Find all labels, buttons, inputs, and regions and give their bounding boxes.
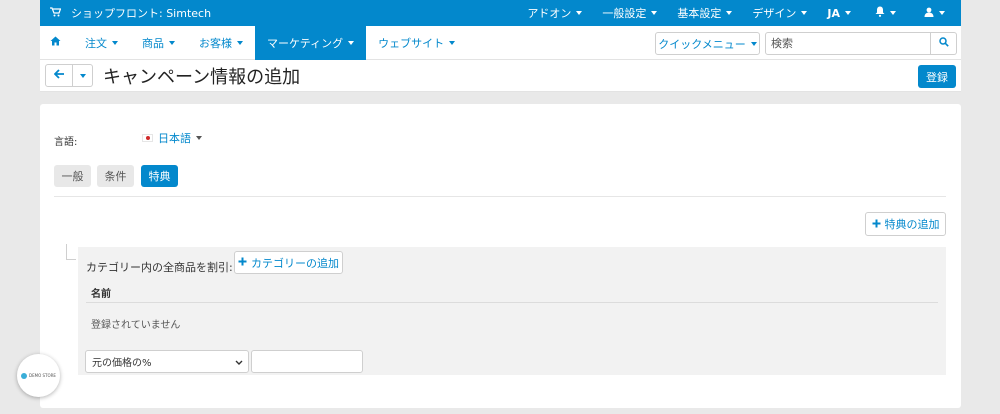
nav-products-label: 商品 — [142, 36, 164, 50]
nav-customers[interactable]: お客様 — [187, 26, 255, 60]
quick-menu-button[interactable]: クイックメニュー — [655, 32, 760, 55]
main-content: 言語: 日本語 一般 条件 特典 特典の追加 カテゴリー内の全商品を割引: カテ… — [40, 104, 961, 408]
tab-conditions[interactable]: 条件 — [97, 165, 134, 187]
language-value: 日本語 — [158, 132, 191, 145]
demo-store-badge-text: DEMO STORE — [29, 373, 56, 378]
menu-basic-settings-label: 基本設定 — [677, 7, 722, 20]
storefront-selector[interactable]: ショップフロント: Simtech — [40, 5, 211, 21]
caret-down-icon — [801, 11, 808, 15]
column-header-name: 名前 — [91, 289, 111, 300]
search-icon — [938, 37, 949, 50]
quick-menu-label: クイックメニュー — [658, 37, 746, 51]
menu-addons[interactable]: アドオン — [517, 0, 592, 26]
menu-language-label: JA — [827, 6, 840, 20]
nav-marketing[interactable]: マーケティング — [255, 25, 367, 60]
caret-down-icon — [576, 11, 583, 15]
nav-orders-label: 注文 — [85, 36, 107, 50]
table-divider — [86, 302, 938, 303]
add-bonus-button[interactable]: 特典の追加 — [865, 212, 946, 236]
caret-down-icon — [348, 40, 355, 45]
caret-down-icon — [196, 136, 202, 140]
home-link[interactable] — [40, 26, 73, 60]
add-bonus-label: 特典の追加 — [884, 218, 940, 231]
tree-connector — [66, 244, 67, 259]
main-nav: 注文 商品 お客様 マーケティング ウェブサイト クイックメニュー — [40, 25, 961, 60]
discount-type-value: 元の価格の% — [92, 358, 152, 369]
cart-icon — [50, 6, 62, 20]
discount-type-select[interactable]: 元の価格の% — [85, 350, 249, 373]
caret-down-icon — [169, 40, 175, 45]
plus-icon — [238, 256, 247, 269]
page-header: キャンペーン情報の追加 登録 — [40, 60, 961, 92]
menu-design[interactable]: デザイン — [742, 0, 817, 26]
japan-flag-icon — [142, 134, 153, 142]
add-category-button[interactable]: カテゴリーの追加 — [234, 251, 343, 274]
menu-general-settings[interactable]: 一般設定 — [592, 0, 667, 26]
caret-down-icon — [449, 40, 456, 45]
tree-connector — [66, 259, 76, 260]
page-title: キャンペーン情報の追加 — [103, 67, 301, 88]
nav-marketing-label: マーケティング — [267, 36, 344, 50]
nav-products[interactable]: 商品 — [130, 26, 187, 60]
language-selector[interactable]: 日本語 — [142, 130, 202, 146]
nav-website[interactable]: ウェブサイト — [366, 26, 467, 60]
menu-language[interactable]: JA — [817, 0, 861, 26]
search-button[interactable] — [931, 32, 957, 55]
save-button[interactable]: 登録 — [918, 65, 956, 88]
caret-down-icon — [726, 11, 733, 15]
add-category-label: カテゴリーの追加 — [251, 256, 339, 270]
empty-state-text: 登録されていません — [91, 320, 181, 331]
nav-orders[interactable]: 注文 — [73, 26, 130, 60]
notifications-menu[interactable] — [861, 0, 910, 26]
storefront-title: ショップフロント: Simtech — [71, 7, 212, 20]
nav-customers-label: お客様 — [199, 36, 232, 50]
arrow-left-icon — [53, 69, 65, 82]
caret-down-icon — [845, 11, 851, 15]
caret-down-icon — [112, 40, 118, 45]
home-icon — [50, 36, 61, 49]
caret-down-icon — [79, 73, 86, 78]
back-button[interactable] — [45, 64, 73, 87]
bonus-panel: カテゴリー内の全商品を割引: カテゴリーの追加 名前 登録されていません 元の価… — [78, 247, 946, 375]
menu-design-label: デザイン — [752, 7, 797, 20]
tabs-divider — [54, 196, 946, 197]
caret-down-icon — [651, 11, 658, 15]
user-menu[interactable] — [910, 0, 961, 26]
history-dropdown[interactable] — [73, 64, 93, 87]
menu-general-settings-label: 一般設定 — [602, 7, 647, 20]
caret-down-icon — [750, 41, 757, 46]
menu-basic-settings[interactable]: 基本設定 — [667, 0, 742, 26]
menu-addons-label: アドオン — [527, 7, 572, 20]
user-icon — [924, 7, 934, 20]
tab-general[interactable]: 一般 — [54, 165, 91, 187]
language-label: 言語: — [54, 137, 78, 148]
bonus-type-label: カテゴリー内の全商品を割引: — [86, 261, 233, 274]
tab-bonuses[interactable]: 特典 — [141, 165, 178, 187]
bell-icon — [875, 6, 885, 20]
nav-website-label: ウェブサイト — [378, 36, 445, 50]
search-input[interactable] — [765, 32, 931, 55]
caret-down-icon — [890, 11, 896, 15]
caret-down-icon — [237, 40, 243, 45]
top-bar: ショップフロント: Simtech アドオン 一般設定 基本設定 デザイン JA — [40, 0, 961, 26]
demo-store-badge[interactable]: DEMO STORE — [17, 354, 60, 397]
caret-down-icon — [939, 11, 945, 15]
demo-store-logo-icon — [21, 372, 28, 379]
discount-value-input[interactable] — [251, 350, 363, 373]
plus-icon — [872, 218, 881, 231]
chevron-down-icon — [235, 358, 243, 369]
